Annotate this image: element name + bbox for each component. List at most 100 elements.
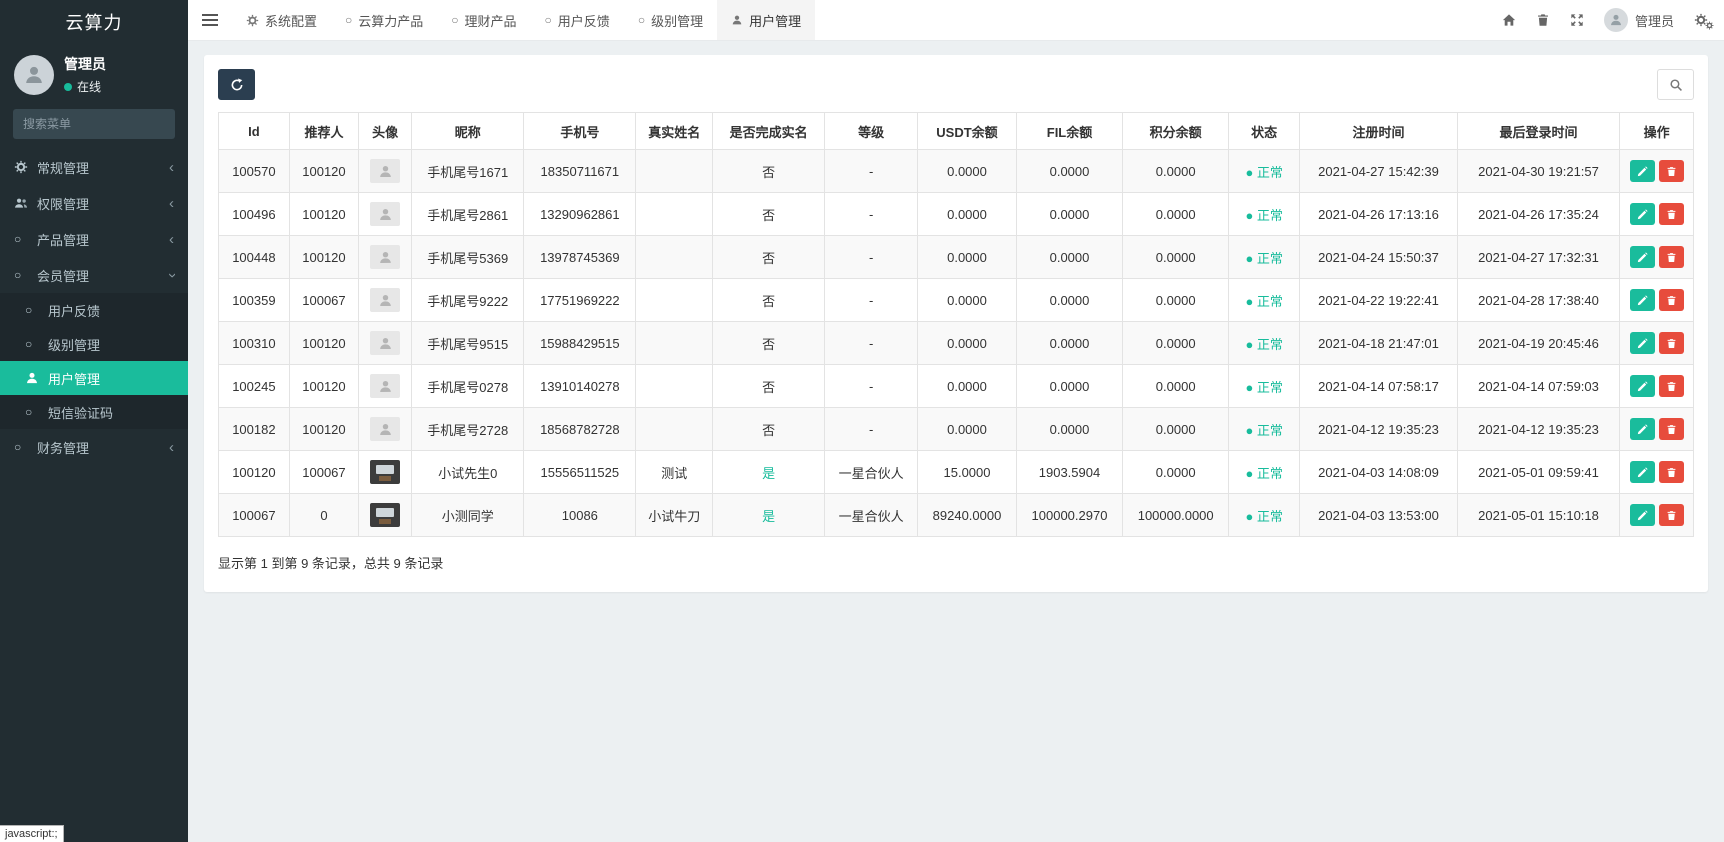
menu-item-label: 会员管理 <box>37 268 90 284</box>
column-header: 真实姓名 <box>635 112 714 150</box>
user-table-card: Id 推荐人 头像 昵称 手机号 真实姓名 是否完成实名 等级 USDT余额 FIL余额 积分余额状… <box>204 55 1708 592</box>
delete-button[interactable] <box>1658 160 1684 182</box>
cell-fil-balance: 0.0000 <box>1015 192 1124 236</box>
sidebar-item-user-management[interactable]: 用户管理 <box>0 361 188 395</box>
sidebar-item-user-feedback[interactable]: ○ 用户反馈 <box>0 293 188 327</box>
sidebar-item-permissions[interactable]: 权限管理 ‹ <box>0 185 188 221</box>
pencil-icon <box>1637 466 1648 477</box>
cell-points-balance: 0.0000 <box>1122 192 1230 236</box>
navbar-user[interactable]: 管理员 <box>1603 8 1674 32</box>
cell-actions <box>1619 450 1694 494</box>
cell-id: 100120 <box>218 450 290 494</box>
cell-fil-balance: 1903.5904 <box>1015 450 1124 494</box>
cell-referrer: 100120 <box>288 407 360 451</box>
edit-button[interactable] <box>1629 289 1655 311</box>
person-icon <box>379 380 391 392</box>
home-button[interactable] <box>1502 13 1516 27</box>
chevron-left-icon: ‹ <box>169 194 174 212</box>
cell-fil-balance: 0.0000 <box>1015 407 1124 451</box>
delete-button[interactable] <box>1658 504 1684 526</box>
cell-fil-balance: 0.0000 <box>1015 364 1124 408</box>
table-search-button[interactable] <box>1657 69 1694 100</box>
edit-button[interactable] <box>1629 504 1655 526</box>
top-navbar: 系统配置 ○ 云算力产品 ○ 理财产品 ○ 用户反馈 ○ 级别管理 用户管理 管… <box>188 0 1724 41</box>
cell-last-login: 2021-04-26 17:35:24 <box>1456 192 1621 236</box>
delete-button[interactable] <box>1658 418 1684 440</box>
user-table-body: 100570 100120 手机尾号1671 18350711671 否 -0.0000 0… <box>218 149 1694 537</box>
tab-finance-products[interactable]: ○ 理财产品 <box>437 0 530 40</box>
cell-phone: 13290962861 <box>523 192 637 236</box>
tab-system-config[interactable]: 系统配置 <box>232 0 331 40</box>
clear-cache-button[interactable] <box>1536 13 1550 27</box>
cell-verified: 是 <box>712 450 826 494</box>
cell-real-name <box>635 192 714 236</box>
cell-usdt-balance: 0.0000 <box>917 407 1017 451</box>
delete-button[interactable] <box>1658 461 1684 483</box>
cell-referrer: 0 <box>288 493 360 537</box>
cell-verified: 否 <box>712 364 826 408</box>
pencil-icon <box>1637 423 1648 434</box>
navbar-actions: 管理员 <box>1486 0 1724 40</box>
refresh-button[interactable] <box>218 69 255 100</box>
edit-button[interactable] <box>1629 418 1655 440</box>
sidebar-item-products[interactable]: ○ 产品管理 ‹ <box>0 221 188 257</box>
delete-button[interactable] <box>1658 289 1684 311</box>
cell-fil-balance: 0.0000 <box>1015 278 1124 322</box>
tab-user-management[interactable]: 用户管理 <box>717 0 816 40</box>
cell-verified: 否 <box>712 149 826 193</box>
cell-points-balance: 0.0000 <box>1122 235 1230 279</box>
cell-points-balance: 0.0000 <box>1122 407 1230 451</box>
delete-button[interactable] <box>1658 203 1684 225</box>
online-dot-icon <box>64 82 72 91</box>
brand[interactable]: 云算力 <box>0 0 188 44</box>
cell-level: - <box>824 149 919 193</box>
sidebar-item-level-management[interactable]: ○ 级别管理 <box>0 327 188 361</box>
table-row: 100448 100120 手机尾号5369 13978745369 否 -0.0000 0… <box>218 235 1694 279</box>
chevron-left-icon: ‹ <box>169 438 174 456</box>
tab-level-management[interactable]: ○ 级别管理 <box>624 0 717 40</box>
cell-points-balance: 0.0000 <box>1122 278 1230 322</box>
settings-button[interactable] <box>1694 13 1714 30</box>
cell-nickname: 小试先生0 <box>411 450 525 494</box>
cell-level: - <box>824 278 919 322</box>
sidebar-item-general[interactable]: 常规管理 ‹ <box>0 149 188 185</box>
cell-usdt-balance: 0.0000 <box>917 278 1017 322</box>
cogs-icon <box>14 160 37 174</box>
tab-user-feedback[interactable]: ○ 用户反馈 <box>531 0 624 40</box>
delete-button[interactable] <box>1658 375 1684 397</box>
status-badge: ● 正常 <box>1245 422 1283 438</box>
column-header: USDT余额 <box>917 112 1017 150</box>
cell-referrer: 100120 <box>288 235 360 279</box>
sidebar-item-members[interactable]: ○ 会员管理 ‹ <box>0 257 188 293</box>
avatar <box>1603 8 1628 32</box>
edit-button[interactable] <box>1629 203 1655 225</box>
cell-avatar <box>358 235 413 279</box>
edit-button[interactable] <box>1629 332 1655 354</box>
edit-button[interactable] <box>1629 461 1655 483</box>
status-badge: ● 正常 <box>1245 508 1283 524</box>
delete-button[interactable] <box>1658 246 1684 268</box>
circle-icon: ○ <box>544 13 552 27</box>
sidebar-item-finance[interactable]: ○ 财务管理 ‹ <box>0 429 188 465</box>
cell-id: 100496 <box>218 192 290 236</box>
cell-id: 100067 <box>218 493 290 537</box>
table-row: 100570 100120 手机尾号1671 18350711671 否 -0.0000 0… <box>218 149 1694 193</box>
cell-registered-at: 2021-04-14 07:58:17 <box>1299 364 1458 408</box>
fullscreen-button[interactable] <box>1570 13 1584 27</box>
person-icon <box>379 337 391 349</box>
cell-last-login: 2021-05-01 09:59:41 <box>1456 450 1621 494</box>
delete-button[interactable] <box>1658 332 1684 354</box>
person-icon <box>379 208 391 220</box>
edit-button[interactable] <box>1629 375 1655 397</box>
edit-button[interactable] <box>1629 246 1655 268</box>
cell-status: ● 正常 <box>1228 407 1301 451</box>
sidebar-item-sms-codes[interactable]: ○ 短信验证码 <box>0 395 188 429</box>
tab-cloud-products[interactable]: ○ 云算力产品 <box>331 0 437 40</box>
cell-phone: 17751969222 <box>523 278 637 322</box>
sidebar-toggle-button[interactable] <box>188 0 232 40</box>
menu-search-input[interactable] <box>13 109 175 139</box>
cell-actions <box>1619 235 1694 279</box>
edit-button[interactable] <box>1629 160 1655 182</box>
navbar-user-label: 管理员 <box>1634 13 1674 29</box>
trash-icon <box>1667 338 1675 348</box>
